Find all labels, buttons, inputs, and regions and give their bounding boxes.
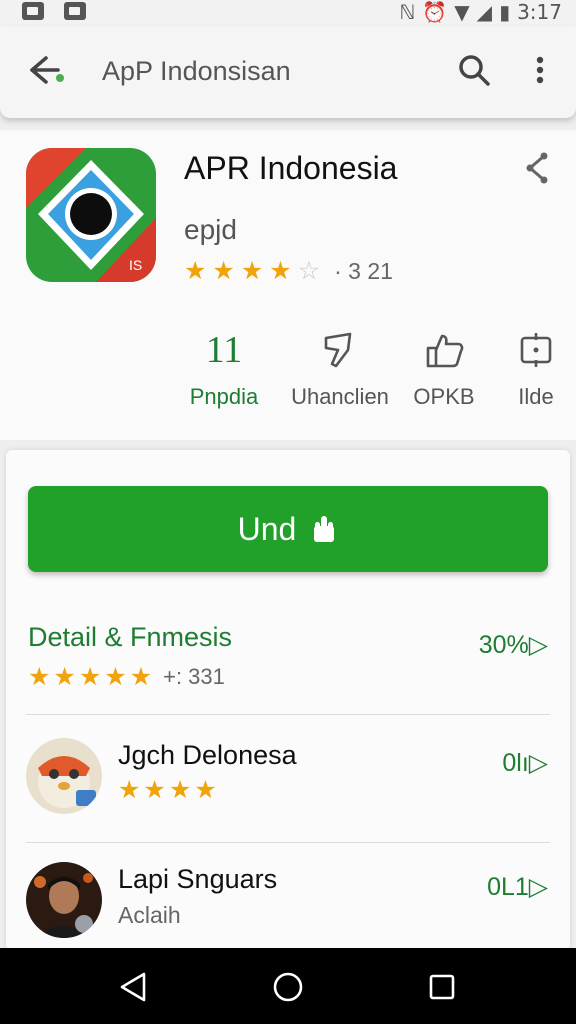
svg-text:IS: IS: [129, 257, 142, 273]
back-button[interactable]: [24, 52, 68, 88]
image-notification-icon: [64, 2, 86, 20]
star-icon: ★: [129, 662, 153, 691]
app-header: IS APR Indonesia epjd ★ ★ ★ ★ ☆ · 3 21 1…: [0, 130, 576, 440]
review-name: Lapi Snguars: [118, 864, 278, 894]
more-options-button[interactable]: [528, 52, 552, 88]
star-icon: ★: [194, 776, 217, 804]
share-button[interactable]: [522, 150, 552, 186]
star-icon: ★: [168, 776, 192, 804]
app-name: APR Indonesia: [184, 150, 398, 186]
stat-size[interactable]: OPKB: [404, 326, 484, 426]
wifi-icon: ▼: [454, 0, 470, 24]
rating-count: · 3 21: [334, 258, 393, 284]
star-icon: ★: [212, 257, 235, 285]
square-recents-icon: [429, 974, 455, 1000]
more-vert-icon: [536, 56, 544, 84]
stat-category[interactable]: Uhanclien: [280, 326, 400, 426]
triangle-back-icon: [120, 972, 146, 1002]
alarm-icon: ⏰: [422, 0, 448, 24]
star-half-icon: ★: [269, 257, 292, 285]
nav-back-button[interactable]: [116, 970, 152, 1004]
star-icon: ★: [53, 662, 76, 691]
nfc-icon: ℕ: [399, 0, 416, 24]
divider: [26, 842, 550, 843]
divider: [26, 714, 550, 715]
review-rating: ★ ★ ★ ★: [118, 778, 217, 803]
details-rating: ★ ★ ★ ★ ★ +: 331: [28, 664, 225, 690]
stat-label: OPKB: [413, 384, 475, 409]
star-icon: ★: [78, 662, 102, 691]
details-right-value: 30%▷: [478, 631, 548, 659]
navigation-bar: [0, 948, 576, 1024]
review-item[interactable]: Jgch Delonesa ★ ★ ★ ★ 0lı▷: [6, 738, 570, 858]
review-subtitle: Aclaih: [118, 902, 181, 928]
details-count: +: 331: [163, 664, 225, 689]
nav-home-button[interactable]: [270, 970, 306, 1004]
developer-name: epjd: [184, 214, 237, 245]
stat-value: 11: [205, 329, 243, 371]
stats-row: 11 Pnpdia Uhanclien OPKB Ilde: [0, 326, 576, 426]
stat-label: Ilde: [518, 384, 554, 409]
stat-downloads[interactable]: 11 Pnpdia: [176, 326, 272, 426]
hand-icon: [314, 516, 335, 542]
app-rating: ★ ★ ★ ★ ☆ · 3 21: [184, 258, 393, 285]
gallery-notification-icon: [22, 2, 44, 20]
star-icon: ★: [143, 776, 166, 804]
install-label: Und: [237, 510, 297, 547]
circle-home-icon: [273, 972, 303, 1002]
app-icon: IS: [26, 148, 156, 282]
review-right-value: 0L1▷: [487, 873, 548, 901]
signal-icon: ◢: [476, 0, 493, 24]
stat-label: Uhanclien: [291, 384, 389, 409]
details-section[interactable]: Detail & Fnmesis ★ ★ ★ ★ ★ +: 331 30%▷: [6, 622, 570, 692]
stat-date[interactable]: Ilde: [508, 326, 564, 426]
tag-icon: [324, 332, 352, 368]
status-bar: ℕ ⏰ ▼ ◢ ▮ 3:17: [0, 0, 576, 26]
clock-time: 3:17: [517, 0, 562, 24]
review-item[interactable]: Lapi Snguars Aclaih 0L1▷: [6, 862, 570, 950]
search-button[interactable]: [456, 52, 492, 88]
avatar: [26, 738, 102, 814]
share-icon: [526, 152, 548, 184]
review-name: Jgch Delonesa: [118, 740, 297, 770]
app-bar: ApP Indonsisan: [0, 26, 576, 118]
main-card: Und Detail & Fnmesis ★ ★ ★ ★ ★ +: 331 30…: [6, 450, 570, 950]
review-right-value: 0lı▷: [502, 749, 548, 777]
calendar-icon: [520, 333, 552, 367]
search-icon: [459, 55, 490, 86]
star-empty-icon: ☆: [297, 257, 321, 285]
nav-recents-button[interactable]: [424, 970, 460, 1004]
back-arrow-icon: [30, 56, 64, 84]
star-icon: ★: [28, 662, 51, 691]
battery-icon: ▮: [499, 0, 511, 24]
star-icon: ★: [104, 662, 127, 691]
section-title: Detail & Fnmesis: [28, 622, 233, 652]
star-icon: ★: [240, 257, 264, 285]
star-icon: ★: [184, 257, 207, 285]
star-icon: ★: [118, 776, 141, 804]
app-bar-title: ApP Indonsisan: [102, 56, 291, 86]
avatar: [26, 862, 102, 938]
install-button[interactable]: Und: [28, 486, 548, 572]
thumbs-up-icon: [426, 334, 464, 368]
stat-label: Pnpdia: [189, 384, 259, 409]
